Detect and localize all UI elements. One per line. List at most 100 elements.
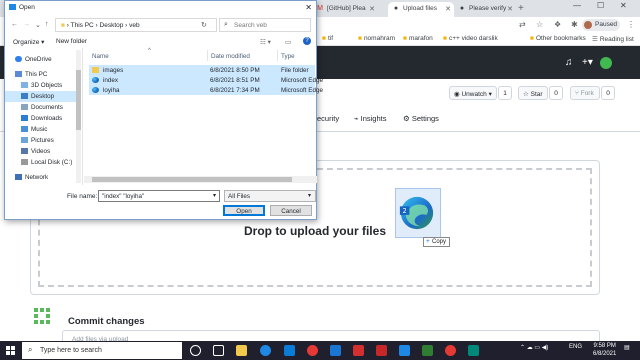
- close-window-icon[interactable]: ✕: [620, 1, 627, 10]
- close-icon[interactable]: ✕: [305, 3, 312, 12]
- view-options-icon[interactable]: ☷ ▾: [260, 38, 271, 46]
- file-row[interactable]: index 6/8/2021 8:51 PM Microsoft Edge: [89, 75, 323, 85]
- star-icon[interactable]: ☆: [536, 20, 543, 29]
- tab-insights[interactable]: ⌁ Insights: [354, 114, 386, 123]
- nav-item-network[interactable]: Network: [5, 172, 79, 183]
- nav-scrollbar[interactable]: [76, 50, 81, 183]
- column-divider[interactable]: [207, 50, 208, 61]
- column-header-name[interactable]: Name: [92, 53, 109, 60]
- column-header-date[interactable]: Date modified: [211, 53, 250, 60]
- bell-icon[interactable]: ♫: [565, 57, 573, 68]
- preview-pane-icon[interactable]: ▭: [285, 38, 291, 46]
- browser-tab-upload[interactable]: ● Upload files ✕: [388, 2, 454, 17]
- chevron-down-icon[interactable]: ▾: [213, 192, 216, 199]
- nav-item-this-pc[interactable]: This PC: [5, 69, 79, 80]
- profile-button[interactable]: Paused: [582, 19, 620, 31]
- close-icon[interactable]: ✕: [507, 5, 513, 13]
- notification-icon[interactable]: ▤: [624, 344, 630, 351]
- bookmark-item[interactable]: ■ c++ video darslik: [443, 35, 498, 42]
- horizontal-scrollbar[interactable]: [84, 176, 317, 183]
- new-folder-button[interactable]: New folder: [56, 38, 87, 45]
- windows-start-icon[interactable]: [6, 346, 15, 355]
- tab-label: Settings: [411, 114, 439, 123]
- app-icon[interactable]: [445, 345, 456, 356]
- address-bar[interactable]: ■ › This PC › Desktop › veb: [55, 18, 217, 32]
- unwatch-button[interactable]: ◉ Unwatch ▾: [449, 86, 497, 100]
- nav-item-desktop[interactable]: Desktop: [5, 91, 79, 102]
- app-icon[interactable]: [468, 345, 479, 356]
- close-icon[interactable]: ✕: [445, 5, 451, 13]
- edge-icon[interactable]: [260, 345, 271, 356]
- vscode-icon[interactable]: [399, 345, 410, 356]
- clock[interactable]: 9:58 PM 6/8/2021: [593, 343, 616, 358]
- bookmark-item[interactable]: ■ nomahram: [358, 35, 395, 42]
- breadcrumb-item[interactable]: veb: [129, 22, 139, 29]
- menu-icon[interactable]: ⋮: [627, 20, 635, 29]
- refresh-icon[interactable]: ↻: [201, 21, 207, 29]
- nav-item-documents[interactable]: Documents: [5, 102, 79, 113]
- up-icon[interactable]: ↑: [45, 21, 49, 28]
- task-view-icon[interactable]: [213, 345, 224, 356]
- bookmark-item[interactable]: ■ tif: [322, 35, 333, 42]
- scroll-thumb[interactable]: [92, 177, 292, 182]
- avatar[interactable]: [600, 57, 612, 69]
- store-icon[interactable]: [284, 345, 295, 356]
- breadcrumb-item[interactable]: This PC: [71, 22, 94, 29]
- nav-item-pictures[interactable]: Pictures: [5, 135, 79, 146]
- chrome-icon[interactable]: [307, 345, 318, 356]
- other-bookmarks[interactable]: ■ Other bookmarks: [530, 35, 586, 42]
- file-row[interactable]: images 6/8/2021 8:50 PM File folder: [89, 65, 315, 75]
- breadcrumb-item[interactable]: Desktop: [100, 22, 124, 29]
- app-icon[interactable]: [330, 345, 341, 356]
- search-icon: ⌕: [28, 345, 33, 354]
- nav-item-downloads[interactable]: Downloads: [5, 113, 79, 124]
- edge-icon: [92, 77, 99, 83]
- browser-tab-gmail[interactable]: M [GitHub] Plea ✕: [312, 2, 378, 17]
- file-explorer-icon[interactable]: [236, 345, 247, 356]
- new-tab-button[interactable]: +: [518, 3, 524, 14]
- app-icon[interactable]: [376, 345, 387, 356]
- app-icon[interactable]: [353, 345, 364, 356]
- file-row[interactable]: loyiha 6/8/2021 7:34 PM Microsoft Edge: [89, 85, 323, 95]
- bookmark-item[interactable]: ■ marafon: [403, 35, 433, 42]
- language-indicator[interactable]: ENG: [569, 344, 582, 350]
- chevron-down-icon[interactable]: ⌄: [35, 21, 41, 29]
- unwatch-count[interactable]: 1: [498, 86, 512, 100]
- fork-button[interactable]: ⑂ Fork: [570, 86, 600, 100]
- tray-icons[interactable]: ⌃ ☁ ▭ ◀): [520, 344, 548, 351]
- cancel-button[interactable]: Cancel: [270, 205, 312, 216]
- search-input[interactable]: ⌕ Search veb: [219, 18, 311, 32]
- extension-icon[interactable]: ❖: [554, 20, 561, 29]
- open-button[interactable]: Open: [223, 205, 265, 216]
- nav-item-local-disk[interactable]: Local Disk (C:): [5, 157, 79, 168]
- scroll-thumb[interactable]: [76, 70, 81, 130]
- cortana-icon[interactable]: [190, 345, 201, 356]
- maximize-icon[interactable]: ☐: [597, 1, 604, 10]
- fork-count[interactable]: 0: [601, 86, 615, 100]
- close-icon[interactable]: ✕: [369, 5, 375, 13]
- puzzle-icon[interactable]: ✱: [571, 20, 578, 29]
- file-type-select[interactable]: All Files ▾: [224, 190, 316, 202]
- back-icon[interactable]: ←: [11, 21, 18, 28]
- forward-icon[interactable]: →: [23, 21, 30, 28]
- column-divider[interactable]: [277, 50, 278, 61]
- reading-list[interactable]: ☰ Reading list: [592, 35, 634, 43]
- star-button[interactable]: ☆ Star: [518, 86, 548, 100]
- column-header-type[interactable]: Type: [281, 53, 295, 60]
- taskbar-search-input[interactable]: ⌕ Type here to search: [22, 342, 182, 359]
- nav-item-3d-objects[interactable]: 3D Objects: [5, 80, 79, 91]
- nav-item-onedrive[interactable]: OneDrive: [5, 54, 79, 65]
- help-icon[interactable]: ?: [303, 37, 311, 45]
- minimize-icon[interactable]: —: [573, 1, 581, 10]
- organize-button[interactable]: Organize ▾: [13, 38, 44, 46]
- app-icon[interactable]: [422, 345, 433, 356]
- tab-settings[interactable]: ⚙ Settings: [403, 114, 439, 123]
- browser-tab-verify[interactable]: ● Please verify ✕: [454, 2, 516, 17]
- fork-label: Fork: [580, 90, 594, 97]
- translate-icon[interactable]: ⇄: [519, 20, 526, 29]
- plus-icon[interactable]: +▾: [582, 57, 593, 68]
- file-name-input[interactable]: "index" "loyiha" ▾: [98, 190, 220, 202]
- nav-item-videos[interactable]: Videos: [5, 146, 79, 157]
- nav-item-music[interactable]: Music: [5, 124, 79, 135]
- star-count[interactable]: 0: [549, 86, 563, 100]
